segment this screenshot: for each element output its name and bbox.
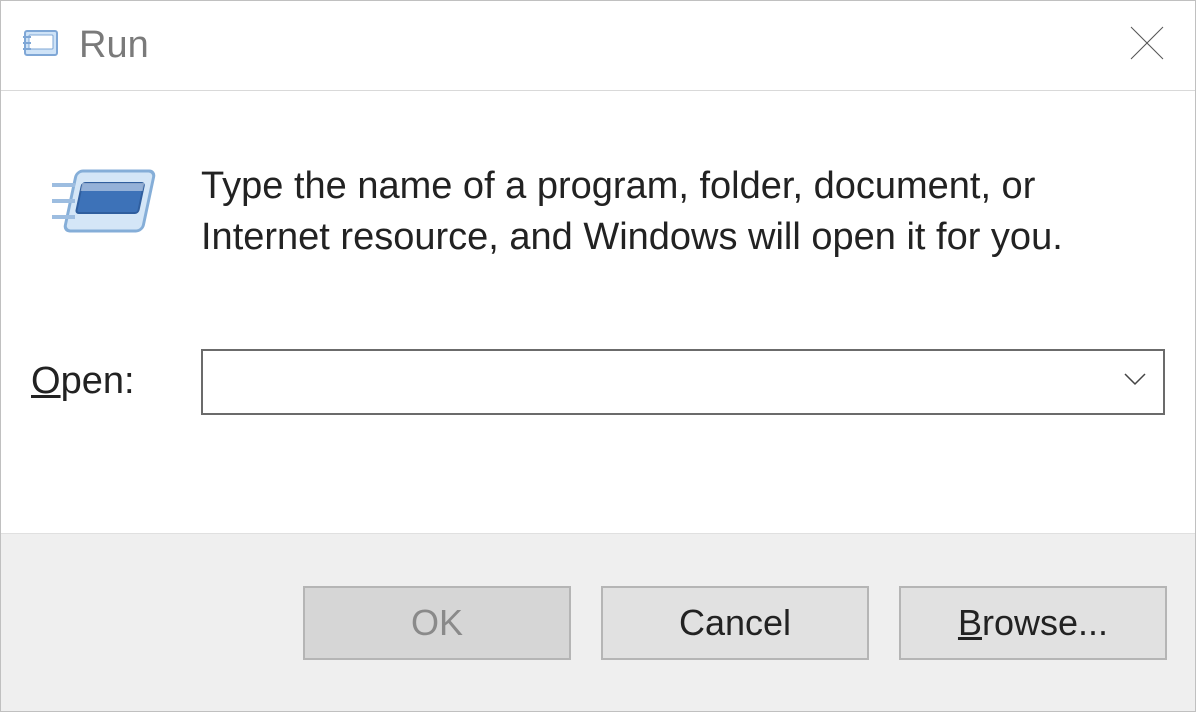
cancel-label: Cancel (679, 602, 791, 644)
close-icon (1125, 21, 1169, 70)
chevron-down-icon[interactable] (1121, 365, 1149, 398)
browse-accel: B (958, 602, 982, 643)
dialog-footer: OK Cancel Browse... (1, 533, 1195, 711)
open-row: Open: (31, 349, 1165, 415)
titlebar: Run (1, 1, 1195, 91)
run-title-icon (21, 23, 61, 68)
description-row: Type the name of a program, folder, docu… (51, 161, 1165, 264)
browse-button[interactable]: Browse... (899, 586, 1167, 660)
ok-label: OK (411, 602, 463, 644)
cancel-button[interactable]: Cancel (601, 586, 869, 660)
description-text: Type the name of a program, folder, docu… (201, 161, 1165, 264)
browse-label: Browse... (958, 602, 1108, 644)
open-input[interactable] (213, 362, 1121, 401)
open-label: Open: (31, 360, 201, 403)
run-dialog: Run (0, 0, 1196, 712)
title-left: Run (21, 23, 149, 68)
window-title: Run (79, 24, 149, 67)
ok-button[interactable]: OK (303, 586, 571, 660)
run-icon (51, 161, 161, 256)
close-button[interactable] (1117, 16, 1177, 76)
open-label-rest: pen: (61, 360, 135, 402)
browse-rest: rowse... (982, 602, 1108, 643)
dialog-body: Type the name of a program, folder, docu… (1, 91, 1195, 533)
open-combobox[interactable] (201, 349, 1165, 415)
open-label-accel: O (31, 360, 61, 402)
